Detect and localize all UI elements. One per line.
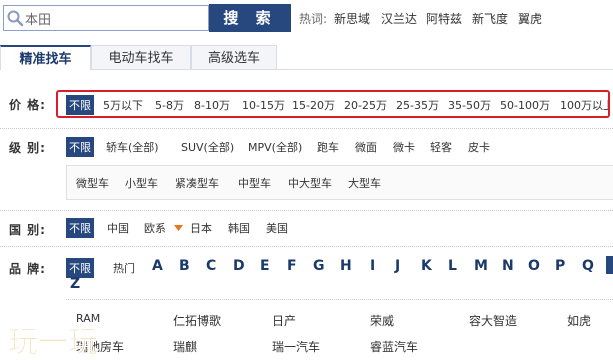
level-option[interactable]: 轻客 <box>430 139 452 155</box>
row-divider <box>0 246 613 247</box>
brand-letter-d[interactable]: D <box>233 258 245 274</box>
brand-label: 品 牌: <box>9 262 46 276</box>
level-sub-option[interactable]: 大型车 <box>348 175 381 191</box>
country-option[interactable]: 中国 <box>107 220 129 236</box>
hot-word-link[interactable]: 新飞度 <box>472 10 508 27</box>
brand-letter-f[interactable]: F <box>287 258 297 274</box>
price-option[interactable]: 50-100万 <box>500 97 550 113</box>
brand-option-any[interactable]: 不限 <box>66 258 94 278</box>
brand-item[interactable]: 仁拓博歌 <box>173 312 221 329</box>
search-input[interactable] <box>25 8 205 28</box>
brand-item[interactable]: 日产 <box>272 312 296 329</box>
brand-letter-q[interactable]: Q <box>582 258 594 274</box>
price-option[interactable]: 35-50万 <box>448 97 491 113</box>
brand-item[interactable]: 容大智造 <box>469 312 517 329</box>
brand-letter-selected-edge[interactable] <box>606 256 613 274</box>
tab-precise-search[interactable]: 精准找车 <box>0 45 91 70</box>
search-icon <box>7 10 24 27</box>
country-label: 国 别: <box>9 223 46 237</box>
brand-letter-e[interactable]: E <box>260 258 270 274</box>
row-divider <box>66 299 613 300</box>
level-sub-option[interactable]: 中大型车 <box>288 175 332 191</box>
price-option[interactable]: 15-20万 <box>292 97 335 113</box>
level-sub-option[interactable]: 微型车 <box>76 175 109 191</box>
level-option[interactable]: 微面 <box>355 139 377 155</box>
price-option-any[interactable]: 不限 <box>66 95 94 115</box>
brand-letter-j[interactable]: J <box>395 258 400 274</box>
brand-item[interactable]: 荣威 <box>370 312 394 329</box>
brand-letter-c[interactable]: C <box>206 258 216 274</box>
tab-advanced-search[interactable]: 高级选车 <box>191 45 277 70</box>
level-sub-option[interactable]: 中型车 <box>238 175 271 191</box>
brand-letter-l[interactable]: L <box>448 258 457 274</box>
country-option[interactable]: 韩国 <box>228 220 250 236</box>
brand-letter-b[interactable]: B <box>179 258 190 274</box>
row-divider <box>0 210 613 211</box>
tab-ev-search[interactable]: 电动车找车 <box>91 45 191 70</box>
level-option[interactable]: 皮卡 <box>468 139 490 155</box>
level-label: 级 别: <box>9 141 46 155</box>
row-divider <box>0 128 613 129</box>
hot-word-link[interactable]: 汉兰达 <box>381 10 417 27</box>
level-sub-option[interactable]: 小型车 <box>125 175 158 191</box>
country-option[interactable]: 美国 <box>266 220 288 236</box>
site-watermark-logo: 玩一玩 <box>8 325 99 360</box>
hot-word-link[interactable]: 阿特兹 <box>426 10 462 27</box>
svg-text:玩一玩: 玩一玩 <box>8 325 98 360</box>
hot-word-link[interactable]: 翼虎 <box>518 10 542 27</box>
level-option[interactable]: 轿车(全部) <box>106 139 159 155</box>
price-option[interactable]: 25-35万 <box>396 97 439 113</box>
hot-word-link[interactable]: 新思域 <box>334 10 370 27</box>
level-option[interactable]: 跑车 <box>317 139 339 155</box>
brand-letter-h[interactable]: H <box>340 258 352 274</box>
price-option[interactable]: 5-8万 <box>155 97 184 113</box>
brand-letter-k[interactable]: K <box>421 258 432 274</box>
level-option[interactable]: 微卡 <box>393 139 415 155</box>
brand-letter-a[interactable]: A <box>152 258 163 274</box>
price-option[interactable]: 5万以下 <box>103 97 143 113</box>
country-option[interactable]: 日本 <box>190 220 212 236</box>
brand-option-hot[interactable]: 热门 <box>113 260 135 276</box>
brand-letter-o[interactable]: O <box>528 258 540 274</box>
brand-item[interactable]: 睿蓝汽车 <box>370 338 418 355</box>
price-option[interactable]: 20-25万 <box>344 97 387 113</box>
level-sub-option[interactable]: 紧凑型车 <box>175 175 219 191</box>
brand-letter-i[interactable]: I <box>370 258 375 274</box>
price-option[interactable]: 10-15万 <box>242 97 285 113</box>
hot-words-label: 热词: <box>299 12 328 26</box>
brand-letter-p[interactable]: P <box>555 258 565 274</box>
level-option[interactable]: SUV(全部) <box>181 139 234 155</box>
brand-item[interactable]: 瑞麒 <box>173 338 197 355</box>
level-option[interactable]: MPV(全部) <box>248 139 302 155</box>
country-option[interactable]: 欧系 <box>144 220 166 236</box>
price-label: 价 格: <box>9 98 46 112</box>
brand-letter-m[interactable]: M <box>474 258 488 274</box>
dropdown-arrow-icon[interactable] <box>174 225 183 231</box>
brand-letter-g[interactable]: G <box>313 258 325 274</box>
brand-item[interactable]: 如虎 <box>567 312 591 329</box>
search-button[interactable]: 搜 索 <box>209 4 291 32</box>
brand-item[interactable]: 瑞一汽车 <box>272 338 320 355</box>
brand-letter-z[interactable]: Z <box>70 276 80 292</box>
price-option[interactable]: 8-10万 <box>194 97 230 113</box>
country-option-any[interactable]: 不限 <box>66 218 94 238</box>
brand-letter-n[interactable]: N <box>502 258 514 274</box>
price-option[interactable]: 100万以上 <box>560 97 608 113</box>
level-option-any[interactable]: 不限 <box>66 137 94 157</box>
